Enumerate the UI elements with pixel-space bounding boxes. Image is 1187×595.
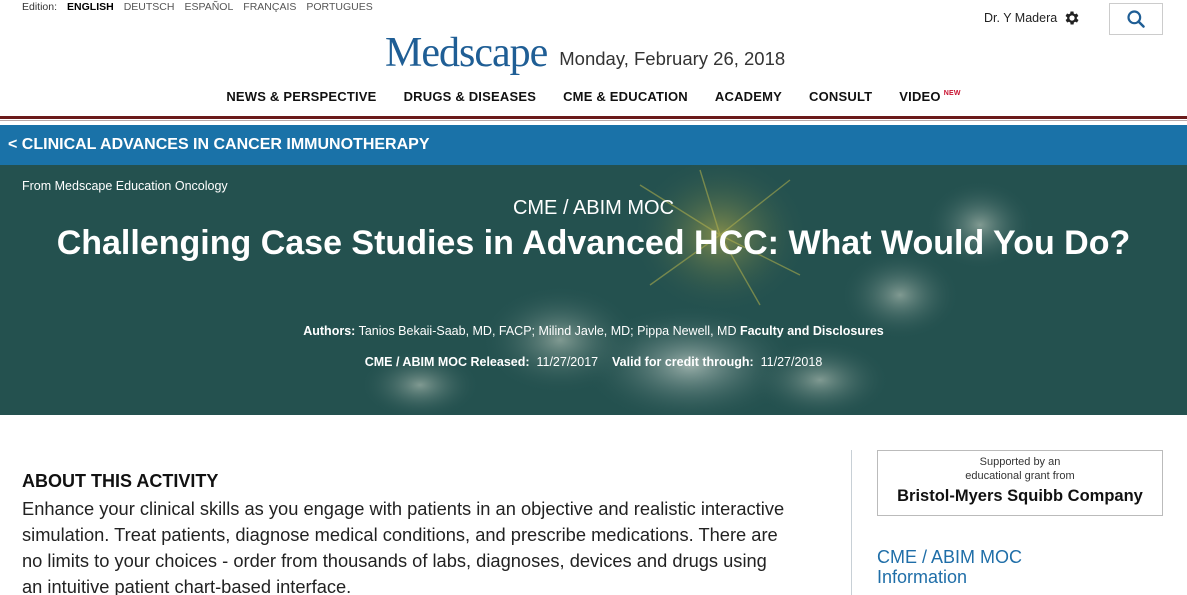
support-line-1: Supported by an [979,456,1061,468]
header-rule [0,116,1187,119]
hero-source: From Medscape Education Oncology [22,179,228,193]
medscape-logo[interactable]: Medscape [385,32,548,74]
released-date: 11/27/2017 [536,355,599,369]
gear-icon[interactable] [1063,9,1081,27]
nav-academy[interactable]: ACADEMY [701,89,795,104]
nav-label: CONSULT [809,89,873,104]
sponsor-name: Bristol-Myers Squibb Company [897,487,1143,505]
current-date: Monday, February 26, 2018 [559,48,786,69]
support-line-2: educational grant from [965,470,1075,482]
faculty-disclosures-link[interactable]: Faculty and Disclosures [740,324,884,338]
hero-banner: From Medscape Education Oncology CME / A… [0,165,1187,415]
about-text: Enhance your clinical skills as you enga… [22,498,785,595]
nav-video[interactable]: VIDEO NEW [886,89,974,104]
brand-row: Medscape Monday, February 26, 2018 [385,32,785,74]
edition-bar: Edition: ENGLISH DEUTSCH ESPAÑOL FRANÇAI… [22,1,373,13]
authors-names: Tanios Bekaii-Saab, MD, FACP; Milind Jav… [358,324,737,338]
about-heading: ABOUT THIS ACTIVITY [22,471,219,491]
search-icon [1127,10,1145,28]
nav-drugs-diseases[interactable]: DRUGS & DISEASES [390,89,550,104]
nav-label: DRUGS & DISEASES [403,89,537,104]
header-rule-thin [0,120,1187,121]
search-button[interactable] [1109,3,1163,35]
edition-english[interactable]: ENGLISH [67,1,114,13]
support-box: Supported by an educational grant from B… [877,450,1163,516]
nav-label: ACADEMY [714,89,783,104]
nav-cme-education[interactable]: CME & EDUCATION [550,89,702,104]
edition-portugues[interactable]: PORTUGUES [306,1,372,13]
new-badge: NEW [943,90,961,97]
nav-news-perspective[interactable]: NEWS & PERSPECTIVE [213,89,390,104]
released-label: CME / ABIM MOC Released: [364,355,530,369]
nav-label: CME & EDUCATION [563,89,688,104]
nav-consult[interactable]: CONSULT [796,89,886,104]
authors-label: Authors: [303,324,356,338]
cme-information-link[interactable]: CME / ABIM MOC Information [877,547,1037,587]
nav-label: NEWS & PERSPECTIVE [226,89,377,104]
channel-back-link[interactable]: < CLINICAL ADVANCES IN CANCER IMMUNOTHER… [0,125,1187,165]
user-name[interactable]: Dr. Y Madera [984,11,1057,25]
valid-label: Valid for credit through: [612,355,754,369]
column-divider [851,450,852,595]
authors-line: Authors: Tanios Bekaii-Saab, MD, FACP; M… [0,324,1187,338]
dates-line: CME / ABIM MOC Released: 11/27/2017 Vali… [0,355,1187,369]
edition-deutsch[interactable]: DEUTSCH [124,1,175,13]
activity-type: CME / ABIM MOC [512,197,675,219]
edition-espanol[interactable]: ESPAÑOL [184,1,233,13]
valid-date: 11/27/2018 [760,355,823,369]
user-menu[interactable]: Dr. Y Madera [984,9,1081,27]
main-nav: NEWS & PERSPECTIVE DRUGS & DISEASES CME … [0,89,1187,104]
nav-label: VIDEO [899,89,941,104]
edition-francais[interactable]: FRANÇAIS [243,1,296,13]
edition-label: Edition: [22,1,58,13]
page-title: Challenging Case Studies in Advanced HCC… [56,224,1131,262]
